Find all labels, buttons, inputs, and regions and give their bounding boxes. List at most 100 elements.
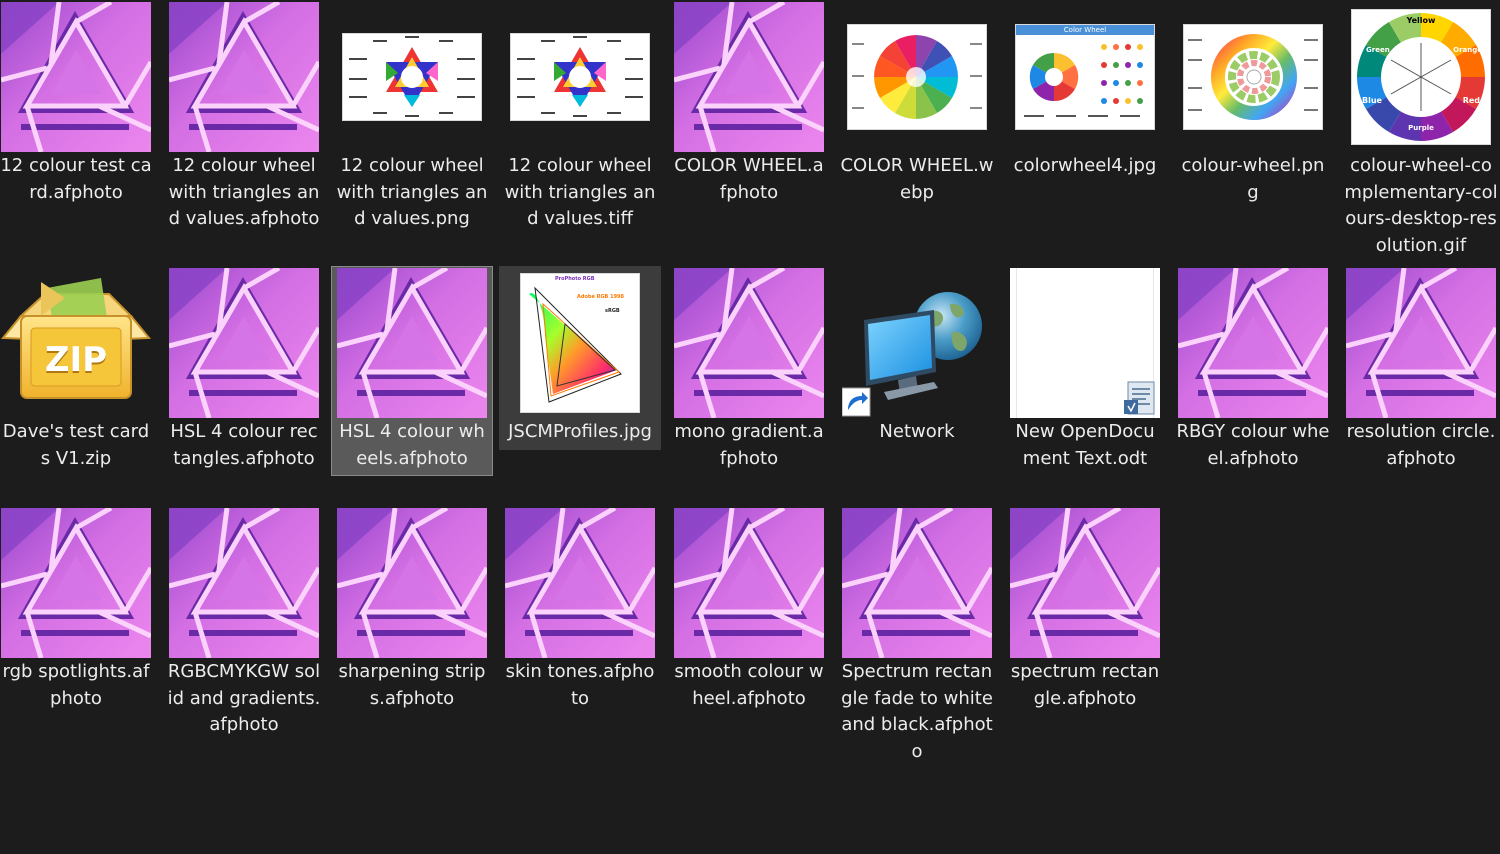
file-item[interactable]: smooth colour wheel.afphoto [668,506,830,716]
affinity-photo-icon [1,2,151,152]
file-thumbnail[interactable] [505,2,655,152]
file-thumbnail[interactable] [1346,268,1496,418]
file-item[interactable]: resolution circle.afphoto [1340,266,1500,476]
file-item[interactable]: mono gradient.afphoto [668,266,830,476]
affinity-photo-icon [505,508,655,658]
affinity-photo-icon [674,2,824,152]
file-item[interactable]: rgb spotlights.afphoto [0,506,157,716]
thumb-label: sRGB [605,308,620,314]
file-thumbnail[interactable] [337,508,487,658]
affinity-photo-icon [1178,268,1328,418]
file-name-label[interactable]: RGBCMYKGW solid and gradients.afphoto [163,658,325,743]
file-thumbnail[interactable] [674,508,824,658]
file-name-label[interactable]: mono gradient.afphoto [668,418,830,476]
file-thumbnail[interactable] [674,268,824,418]
file-item[interactable]: HSL 4 colour wheels.afphoto [331,266,493,476]
file-thumbnail[interactable] [842,2,992,152]
file-name-label[interactable]: rgb spotlights.afphoto [0,658,157,716]
file-item[interactable]: 12 colour wheel with triangles and value… [499,0,661,237]
thumb-label: Purple [1408,124,1434,132]
file-thumbnail[interactable] [505,508,655,658]
file-name-label[interactable]: colour-wheel-complementary-colours-deskt… [1340,152,1500,263]
network-icon [842,292,982,417]
file-thumbnail[interactable] [842,268,992,418]
image-thumbnail: ProPhoto RGB Adobe RGB 1998 sRGB [521,274,639,412]
file-item[interactable]: 12 colour wheel with triangles and value… [163,0,325,237]
affinity-photo-icon [337,508,487,658]
affinity-photo-icon [842,508,992,658]
affinity-photo-icon [1010,508,1160,658]
file-item[interactable]: RBGY colour wheel.afphoto [1172,266,1334,476]
file-thumbnail[interactable]: ZIP [1,268,151,418]
file-name-label[interactable]: HSL 4 colour rectangles.afphoto [163,418,325,476]
file-item[interactable]: 12 colour wheel with triangles and value… [331,0,493,237]
affinity-photo-icon [1346,268,1496,418]
file-name-label[interactable]: HSL 4 colour wheels.afphoto [331,418,493,476]
file-thumbnail[interactable] [1,2,151,152]
file-name-label[interactable]: JSCMProfiles.jpg [499,418,661,450]
file-thumbnail[interactable] [674,2,824,152]
file-item[interactable]: 12 colour test card.afphoto [0,0,157,210]
file-item[interactable]: colour-wheel.png [1172,0,1334,210]
image-thumbnail [848,25,986,129]
thumb-label: Blue [1362,96,1382,105]
file-item[interactable]: ProPhoto RGB Adobe RGB 1998 sRGB JSCMPro… [499,266,661,450]
file-item[interactable]: Yellow Green Orange Blue Red Purple colo… [1340,0,1500,263]
thumb-label: Red [1462,96,1480,105]
file-item[interactable]: Color Wheel colorwheel4.jpg [1004,0,1166,184]
file-item[interactable]: skin tones.afphoto [499,506,661,716]
file-name-label[interactable]: RBGY colour wheel.afphoto [1172,418,1334,476]
image-thumbnail: Yellow Green Orange Blue Red Purple [1352,10,1490,144]
file-name-label[interactable]: Spectrum rectangle fade to white and bla… [836,658,998,769]
file-name-label[interactable]: 12 colour wheel with triangles and value… [331,152,493,237]
file-thumbnail[interactable]: Yellow Green Orange Blue Red Purple [1346,2,1496,152]
file-thumbnail[interactable] [1010,508,1160,658]
file-name-label[interactable]: Dave's test cards V1.zip [0,418,157,476]
image-thumbnail [343,34,481,120]
file-name-label[interactable]: 12 colour wheel with triangles and value… [163,152,325,237]
file-thumbnail[interactable] [1,508,151,658]
file-item[interactable]: sharpening strips.afphoto [331,506,493,716]
file-name-label[interactable]: smooth colour wheel.afphoto [668,658,830,716]
file-thumbnail[interactable] [337,268,487,418]
file-thumbnail[interactable] [1178,268,1328,418]
file-name-label[interactable]: resolution circle.afphoto [1340,418,1500,476]
file-item[interactable]: COLOR WHEEL.webp [836,0,998,210]
file-name-label[interactable]: sharpening strips.afphoto [331,658,493,716]
affinity-photo-icon [169,508,319,658]
file-name-label[interactable]: Network [836,418,998,450]
file-name-label[interactable]: 12 colour wheel with triangles and value… [499,152,661,237]
file-thumbnail[interactable] [169,508,319,658]
writer-document-icon [1124,381,1155,415]
affinity-photo-icon [337,268,487,418]
file-thumbnail[interactable] [1010,268,1160,418]
file-thumbnail[interactable] [842,508,992,658]
file-item[interactable]: ZIP Dave's test cards V1.zip [0,266,157,476]
file-name-label[interactable]: New OpenDocument Text.odt [1004,418,1166,476]
file-name-label[interactable]: 12 colour test card.afphoto [0,152,157,210]
file-thumbnail[interactable] [169,268,319,418]
file-name-label[interactable]: colour-wheel.png [1172,152,1334,210]
affinity-photo-icon [169,2,319,152]
file-name-label[interactable]: skin tones.afphoto [499,658,661,716]
file-thumbnail[interactable] [1178,2,1328,152]
file-item[interactable]: RGBCMYKGW solid and gradients.afphoto [163,506,325,743]
file-item[interactable]: HSL 4 colour rectangles.afphoto [163,266,325,476]
file-item[interactable]: COLOR WHEEL.afphoto [668,0,830,210]
file-thumbnail[interactable] [169,2,319,152]
thumb-label: Orange [1453,46,1482,54]
file-thumbnail[interactable]: Color Wheel [1010,2,1160,152]
file-name-label[interactable]: COLOR WHEEL.webp [836,152,998,210]
file-thumbnail[interactable]: ProPhoto RGB Adobe RGB 1998 sRGB [505,268,655,418]
file-item[interactable]: New OpenDocument Text.odt [1004,266,1166,476]
file-name-label[interactable]: spectrum rectangle.afphoto [1004,658,1166,716]
file-thumbnail[interactable] [337,2,487,152]
file-name-label[interactable]: COLOR WHEEL.afphoto [668,152,830,210]
thumb-label: ProPhoto RGB [555,276,595,282]
thumb-label: Green [1366,46,1390,54]
file-item[interactable]: spectrum rectangle.afphoto [1004,506,1166,716]
file-name-label[interactable]: colorwheel4.jpg [1004,152,1166,184]
file-item[interactable]: Network [836,266,998,450]
thumb-label: Yellow [1406,16,1436,25]
file-item[interactable]: Spectrum rectangle fade to white and bla… [836,506,998,769]
